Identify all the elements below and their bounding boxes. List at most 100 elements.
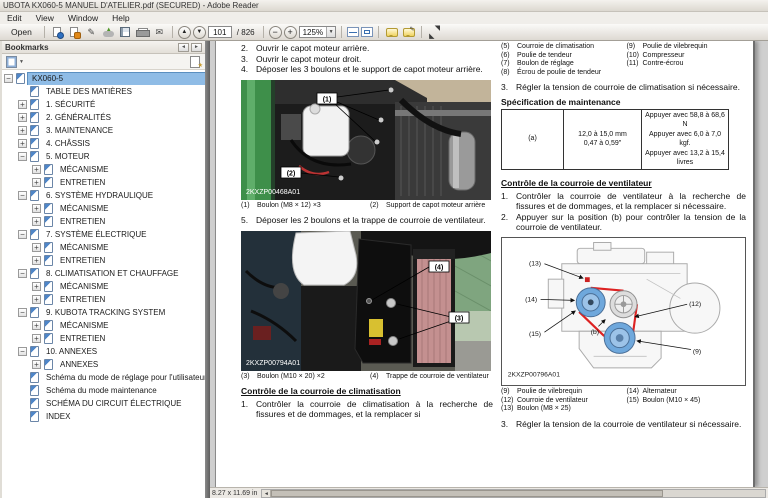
fullscreen-button[interactable] <box>427 24 442 40</box>
bookmark-label[interactable]: 4. CHÂSSIS <box>42 138 94 150</box>
bookmark-item[interactable]: − 5. MOTEUR <box>2 150 205 163</box>
expand-toggle-icon[interactable]: + <box>18 100 27 109</box>
bookmark-label[interactable]: INDEX <box>42 411 74 423</box>
bookmark-item[interactable]: + MÉCANISME <box>2 280 205 293</box>
bookmark-item[interactable]: + ENTRETIEN <box>2 293 205 306</box>
menu-view[interactable]: View <box>29 12 61 24</box>
bookmark-item[interactable]: Schéma du mode de réglage pour l'utilisa… <box>2 371 205 384</box>
bookmark-item[interactable]: + 2. GÉNÉRALITÉS <box>2 111 205 124</box>
bookmark-label[interactable]: 1. SÉCURITÉ <box>42 99 99 111</box>
bookmark-label[interactable]: ENTRETIEN <box>56 294 109 306</box>
collapse-toggle-icon[interactable]: − <box>18 191 27 200</box>
bookmark-label[interactable]: 5. MOTEUR <box>42 151 94 163</box>
expand-toggle-icon[interactable]: + <box>32 178 41 187</box>
scroll-left-icon[interactable]: ◄ <box>262 489 272 497</box>
fit-page-button[interactable] <box>361 27 374 37</box>
bookmark-label[interactable]: ANNEXES <box>56 359 102 371</box>
bookmark-label[interactable]: 8. CLIMATISATION ET CHAUFFAGE <box>42 268 182 280</box>
bookmark-item[interactable]: − 10. ANNEXES <box>2 345 205 358</box>
export-pdf-button[interactable] <box>67 26 82 39</box>
expand-toggle-icon[interactable]: + <box>32 295 41 304</box>
bookmark-item[interactable]: + ANNEXES <box>2 358 205 371</box>
email-button[interactable]: ✉ <box>152 26 167 39</box>
menu-help[interactable]: Help <box>105 12 136 24</box>
previous-page-button[interactable]: ▲ <box>177 25 191 39</box>
zoom-in-button[interactable]: + <box>283 25 297 39</box>
bookmark-label[interactable]: 2. GÉNÉRALITÉS <box>42 112 115 124</box>
bookmark-item[interactable]: + ENTRETIEN <box>2 254 205 267</box>
bookmark-label[interactable]: MÉCANISME <box>56 281 112 293</box>
bookmark-label[interactable]: ENTRETIEN <box>56 333 109 345</box>
bookmark-label[interactable]: SCHÉMA DU CIRCUIT ÉLECTRIQUE <box>42 398 185 410</box>
bookmark-label[interactable]: 10. ANNEXES <box>42 346 101 358</box>
bookmark-item[interactable]: + 1. SÉCURITÉ <box>2 98 205 111</box>
bookmark-label[interactable]: MÉCANISME <box>56 242 112 254</box>
save-button[interactable] <box>118 26 133 39</box>
fit-width-button[interactable] <box>347 27 360 37</box>
bookmark-label[interactable]: MÉCANISME <box>56 203 112 215</box>
bookmark-item[interactable]: + ENTRETIEN <box>2 332 205 345</box>
bookmark-item[interactable]: INDEX <box>2 410 205 423</box>
bookmark-label[interactable]: ENTRETIEN <box>56 255 109 267</box>
page-number-input[interactable]: 101 <box>207 26 232 38</box>
bookmark-item[interactable]: + 4. CHÂSSIS <box>2 137 205 150</box>
zoom-level-select[interactable]: 125% ▼ <box>298 26 337 38</box>
bookmark-label[interactable]: 7. SYSTÈME ÉLECTRIQUE <box>42 229 150 241</box>
expand-toggle-icon[interactable]: + <box>32 204 41 213</box>
bookmark-item[interactable]: − 9. KUBOTA TRACKING SYSTEM <box>2 306 205 319</box>
bookmark-label[interactable]: KX060-5 <box>27 72 205 85</box>
bookmark-label[interactable]: MÉCANISME <box>56 320 112 332</box>
open-button[interactable]: Open <box>4 25 39 40</box>
collapse-toggle-icon[interactable]: − <box>18 152 27 161</box>
expand-toggle-icon[interactable]: + <box>32 321 41 330</box>
collapse-toggle-icon[interactable]: − <box>18 230 27 239</box>
document-view[interactable]: 2. Ouvrir le capot moteur arrière. 3. Ouvr… <box>210 41 768 487</box>
bookmark-item[interactable]: + MÉCANISME <box>2 163 205 176</box>
expand-toggle-icon[interactable]: + <box>32 243 41 252</box>
comment-button[interactable] <box>384 26 399 39</box>
panel-expand-button[interactable]: ► <box>191 42 202 52</box>
collapse-toggle-icon[interactable]: − <box>4 74 13 83</box>
bookmark-label[interactable]: 3. MAINTENANCE <box>42 125 117 137</box>
menu-edit[interactable]: Edit <box>0 12 29 24</box>
bookmark-label[interactable]: 6. SYSTÈME HYDRAULIQUE <box>42 190 157 202</box>
chevron-down-icon[interactable]: ▼ <box>326 27 336 37</box>
bookmark-label[interactable]: ENTRETIEN <box>56 216 109 228</box>
expand-toggle-icon[interactable]: + <box>32 256 41 265</box>
zoom-out-button[interactable]: − <box>268 25 282 39</box>
bookmark-label[interactable]: TABLE DES MATIÈRES <box>42 86 136 98</box>
print-button[interactable] <box>135 26 151 39</box>
bookmark-item[interactable]: − 7. SYSTÈME ÉLECTRIQUE <box>2 228 205 241</box>
collapse-toggle-icon[interactable]: − <box>18 308 27 317</box>
bookmark-item[interactable]: + 3. MAINTENANCE <box>2 124 205 137</box>
collapse-toggle-icon[interactable]: − <box>18 347 27 356</box>
expand-toggle-icon[interactable]: + <box>32 360 41 369</box>
new-bookmark-button[interactable] <box>189 56 203 69</box>
expand-toggle-icon[interactable]: + <box>32 217 41 226</box>
next-page-button[interactable]: ▼ <box>192 25 206 39</box>
bookmark-item[interactable]: TABLE DES MATIÈRES <box>2 85 205 98</box>
bookmark-options-button[interactable]: ▼ <box>6 56 24 68</box>
expand-toggle-icon[interactable]: + <box>32 282 41 291</box>
bookmark-item[interactable]: + MÉCANISME <box>2 319 205 332</box>
bookmark-item[interactable]: + ENTRETIEN <box>2 215 205 228</box>
bookmark-label[interactable]: MÉCANISME <box>56 164 112 176</box>
bookmark-item[interactable]: − 8. CLIMATISATION ET CHAUFFAGE <box>2 267 205 280</box>
collapse-toggle-icon[interactable]: − <box>18 269 27 278</box>
bookmark-item[interactable]: Schéma du mode maintenance <box>2 384 205 397</box>
review-button[interactable]: ✎ <box>401 26 416 39</box>
menu-window[interactable]: Window <box>61 12 105 24</box>
expand-toggle-icon[interactable]: + <box>18 139 27 148</box>
send-file-button[interactable] <box>50 26 65 39</box>
scrollbar-thumb[interactable] <box>271 489 664 497</box>
bookmark-item[interactable]: + MÉCANISME <box>2 241 205 254</box>
expand-toggle-icon[interactable]: + <box>32 165 41 174</box>
bookmark-item[interactable]: − KX060-5 <box>2 72 205 85</box>
expand-toggle-icon[interactable]: + <box>18 126 27 135</box>
upload-cloud-button[interactable]: ▲ <box>101 26 116 39</box>
sign-button[interactable]: ✎ <box>84 26 99 39</box>
bookmark-label[interactable]: Schéma du mode maintenance <box>42 385 161 397</box>
bookmark-item[interactable]: SCHÉMA DU CIRCUIT ÉLECTRIQUE <box>2 397 205 410</box>
horizontal-scrollbar[interactable]: ◄ <box>261 488 766 498</box>
bookmark-item[interactable]: − 6. SYSTÈME HYDRAULIQUE <box>2 189 205 202</box>
